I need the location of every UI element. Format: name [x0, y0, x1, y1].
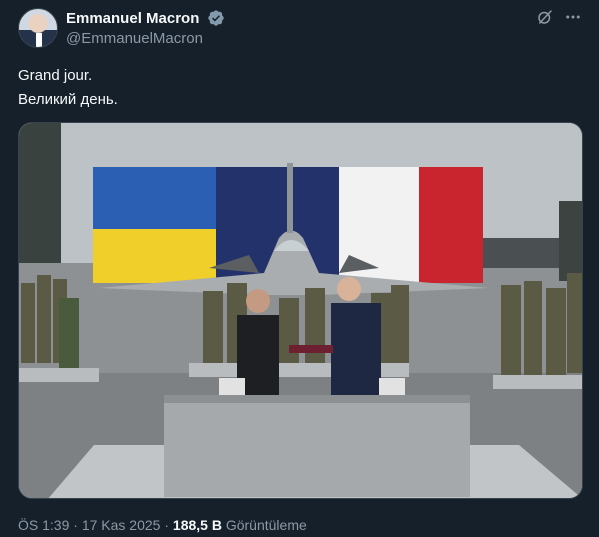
verified-badge-icon — [208, 10, 224, 26]
view-count-label: Görüntüleme — [225, 517, 307, 533]
view-count: 188,5 B — [172, 517, 222, 533]
post-date[interactable]: 17 Kas 2025 — [82, 517, 161, 533]
author-handle[interactable]: @EmmanuelMacron — [66, 30, 225, 47]
author-display-name[interactable]: Emmanuel Macron — [66, 10, 199, 27]
avatar[interactable] — [18, 8, 58, 48]
grok-icon[interactable] — [535, 8, 555, 28]
meta-separator: · — [164, 517, 170, 533]
tweet-header: Emmanuel Macron @EmmanuelMacron — [18, 8, 583, 48]
tweet-media-photo[interactable] — [18, 122, 583, 499]
meta-separator: · — [73, 517, 78, 533]
photo-illustration — [19, 123, 582, 498]
tweet-meta: ÖS 1:39 · 17 Kas 2025 · 188,5 B Görüntül… — [18, 517, 307, 533]
tweet-line-2: Великий день. — [18, 91, 118, 108]
more-icon[interactable] — [563, 8, 583, 28]
post-time[interactable]: ÖS 1:39 — [18, 517, 69, 533]
tweet-line-1: Grand jour. — [18, 67, 93, 84]
author-block[interactable]: Emmanuel Macron @EmmanuelMacron — [66, 9, 225, 47]
tweet-text: Grand jour. Великий день. — [18, 64, 118, 112]
